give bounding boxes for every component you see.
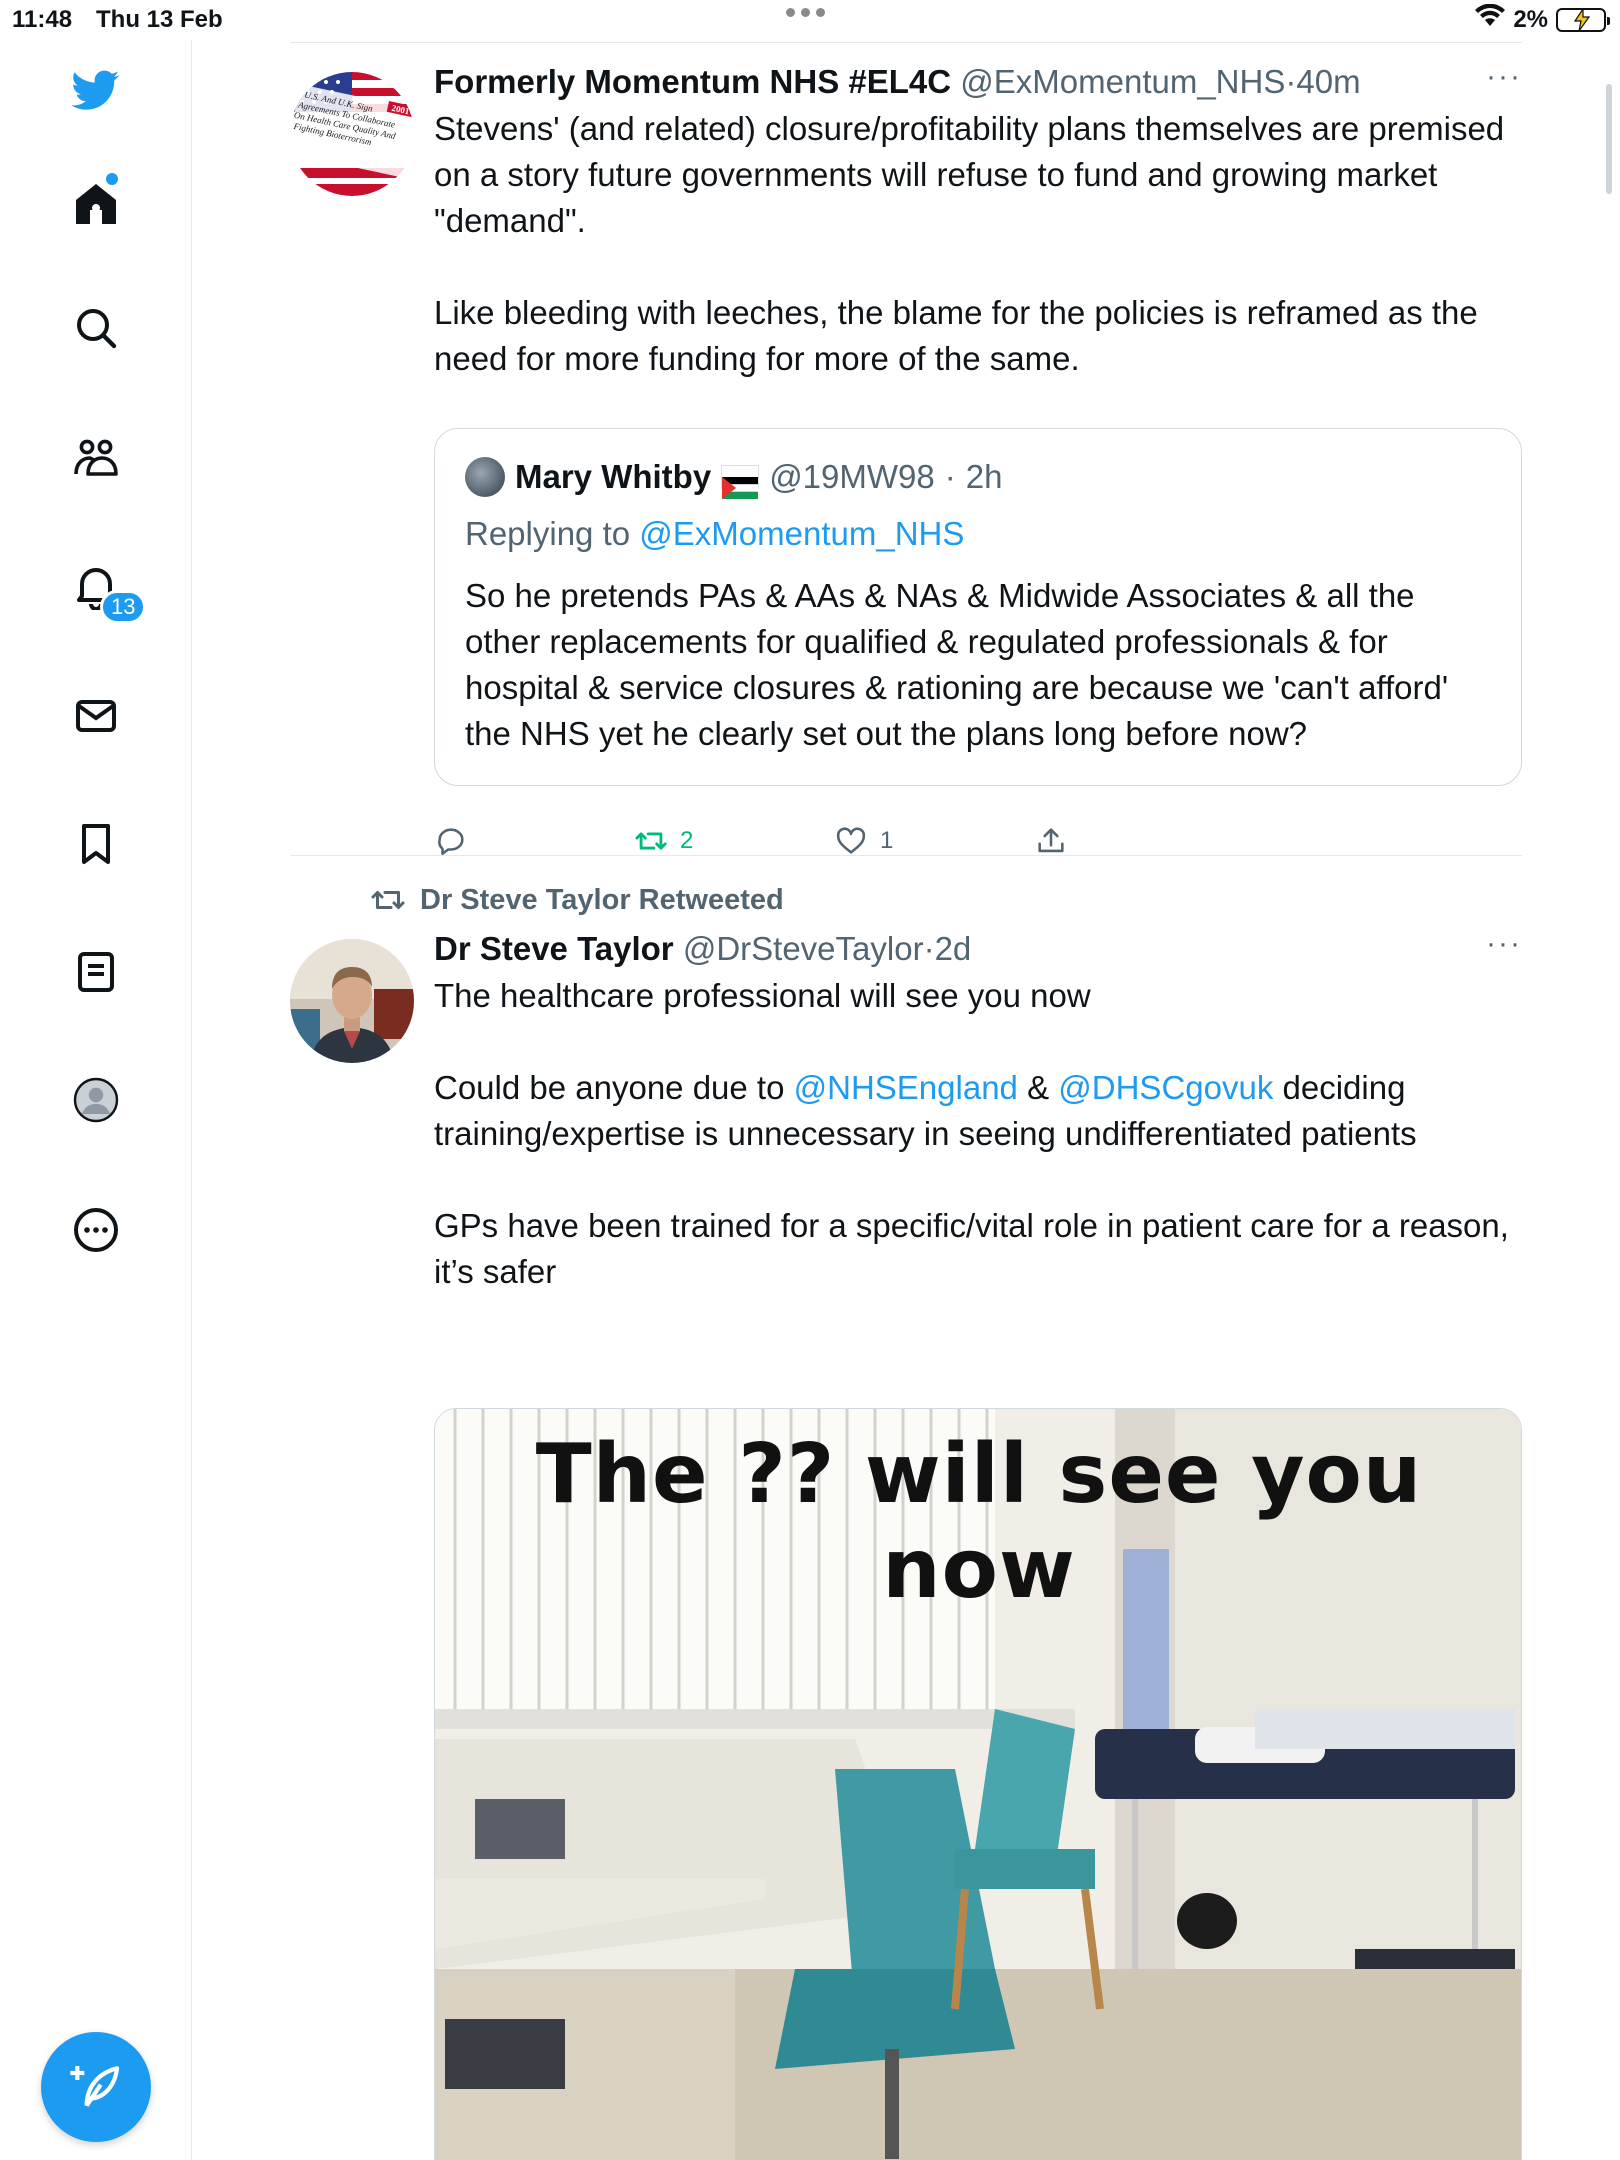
replying-prefix: Replying to [465, 515, 631, 552]
author-handle[interactable]: @ExMomentum_NHS [960, 63, 1285, 100]
author-name[interactable]: Dr Steve Taylor [434, 930, 674, 967]
status-time: 11:48 [12, 6, 73, 33]
quote-author-name: Mary Whitby [515, 458, 712, 495]
battery-icon [1556, 7, 1610, 32]
author-handle[interactable]: @DrSteveTaylor [683, 930, 924, 967]
share-icon [1038, 828, 1064, 853]
more-options-icon[interactable]: ··· [1486, 60, 1522, 94]
retweeted-by[interactable]: Dr Steve Taylor Retweeted [370, 882, 784, 918]
list-icon[interactable] [66, 942, 126, 1002]
communities-icon[interactable] [66, 428, 126, 488]
search-icon[interactable] [66, 298, 126, 358]
share-button[interactable] [1034, 824, 1068, 858]
twitter-logo-icon[interactable] [66, 60, 126, 120]
sidebar: 13 [0, 40, 192, 2160]
tweet-actions: 2 1 [434, 824, 1134, 864]
more-options-icon[interactable]: ··· [1486, 927, 1522, 961]
status-bar: 11:48 Thu 13 Feb 2% [0, 0, 1620, 40]
tweet-text-line: The healthcare professional will see you… [434, 977, 1091, 1014]
compose-icon [70, 2066, 120, 2107]
quoted-tweet[interactable]: Mary Whitby @19MW98 · 2h Replying to @ExMo… [434, 428, 1522, 786]
tweet-header: Dr Steve Taylor @DrSteveTaylor·2d [434, 930, 972, 967]
scrollbar[interactable] [1606, 84, 1612, 194]
home-icon[interactable] [66, 174, 126, 234]
divider [290, 42, 1522, 43]
retweet-button[interactable]: 2 [634, 824, 693, 858]
profile-icon[interactable] [66, 1070, 126, 1130]
heart-icon [836, 827, 866, 854]
replying-to-link[interactable]: @ExMomentum_NHS [639, 515, 964, 552]
tweet-text-segment: & [1017, 1069, 1059, 1106]
mail-icon[interactable] [66, 686, 126, 746]
timeline: U.S. And U.K. Sign Agreements To Collabo… [192, 40, 1620, 2160]
quote-text: So he pretends PAs & AAs & NAs & Midwide… [465, 577, 1449, 752]
home-unread-dot [106, 173, 118, 185]
tweet-time[interactable]: 40m [1296, 63, 1360, 100]
retweet-icon [371, 891, 405, 909]
replying-to: Replying to @ExMomentum_NHS [465, 515, 964, 553]
quote-time: 2h [965, 458, 1003, 495]
tweet-image[interactable]: The ?? will see you now [434, 1408, 1522, 2160]
retweet-icon [635, 832, 667, 850]
more-circle-icon[interactable] [66, 1200, 126, 1260]
reply-button[interactable] [434, 824, 480, 858]
quote-author-handle: @19MW98 [769, 458, 935, 495]
retweet-count: 2 [680, 827, 694, 854]
divider [290, 855, 1522, 856]
author-name[interactable]: Formerly Momentum NHS #EL4C [434, 63, 951, 100]
notification-count-badge: 13 [100, 590, 147, 624]
like-count: 1 [880, 827, 894, 854]
retweeted-by-label: Dr Steve Taylor Retweeted [420, 883, 784, 916]
status-date: Thu 13 Feb [96, 6, 223, 33]
tweet-header: Formerly Momentum NHS #EL4C @ExMomentum_… [434, 63, 1361, 100]
tweet[interactable]: Dr Steve Taylor @DrSteveTaylor·2d ··· Th… [290, 927, 1522, 2160]
bookmark-icon[interactable] [66, 814, 126, 874]
mention-link[interactable]: @NHSEngland [794, 1069, 1018, 1106]
avatar[interactable] [290, 939, 414, 1063]
tweet-text: Stevens' (and related) closure/profitabi… [434, 110, 1505, 377]
avatar[interactable]: U.S. And U.K. Sign Agreements To Collabo… [290, 72, 414, 196]
tweet-time[interactable]: 2d [935, 930, 972, 967]
tweet[interactable]: U.S. And U.K. Sign Agreements To Collabo… [290, 60, 1522, 870]
like-button[interactable]: 1 [834, 824, 893, 858]
tweet-text-segment: GPs have been trained for a specific/vit… [434, 1207, 1509, 1290]
quote-avatar [465, 457, 505, 497]
reply-icon [438, 828, 464, 856]
mention-link[interactable]: @DHSCgovuk [1058, 1069, 1273, 1106]
multitasking-dots-icon[interactable] [786, 8, 825, 17]
tweet-text-segment: Could be anyone due to [434, 1069, 794, 1106]
battery-percent: 2% [1513, 5, 1548, 33]
palestine-flag-icon [721, 465, 760, 499]
tweet-text: The healthcare professional will see you… [434, 973, 1522, 1295]
image-caption: The ?? will see you now [535, 1427, 1423, 1617]
wifi-icon [1475, 3, 1506, 35]
compose-tweet-button[interactable] [41, 2032, 151, 2142]
